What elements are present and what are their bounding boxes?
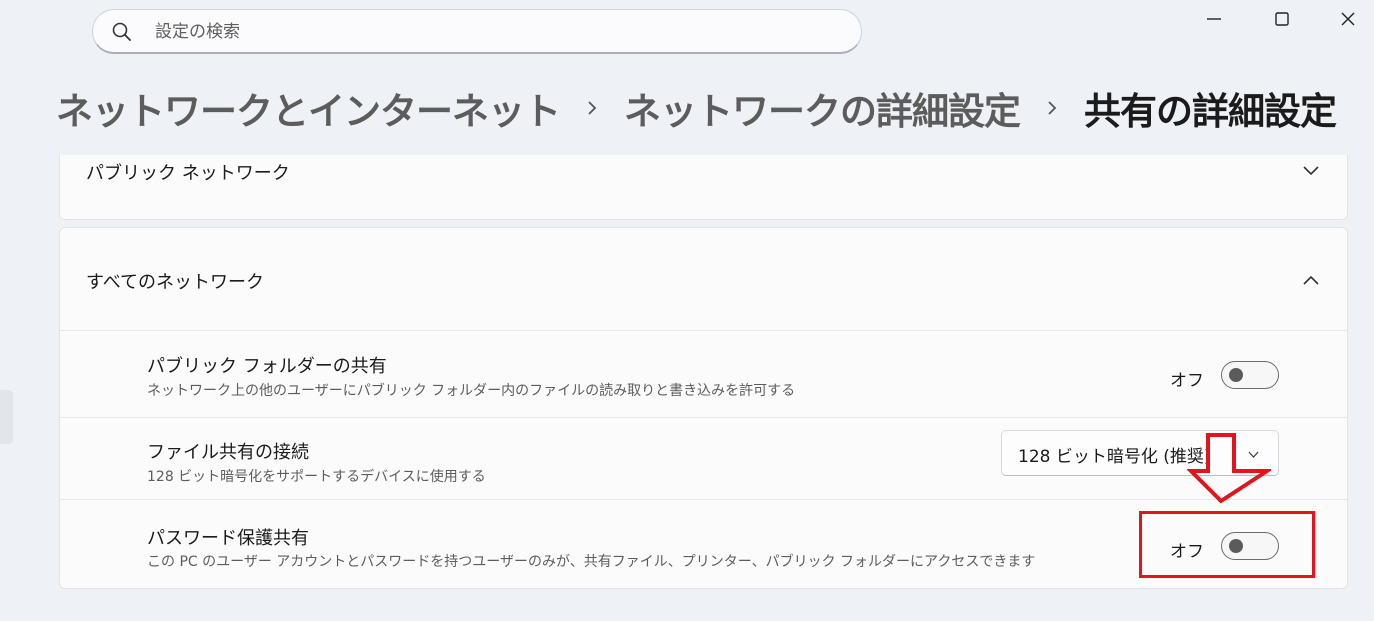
close-icon <box>1341 12 1355 26</box>
public-network-section[interactable]: パブリック ネットワーク <box>59 155 1348 220</box>
down-arrow-icon <box>1187 433 1271 504</box>
breadcrumb: ネットワークとインターネット ネットワークの詳細設定 共有の詳細設定 <box>56 81 1337 135</box>
setting-title: パスワード保護共有 <box>147 528 309 549</box>
toggle-state-label: オフ <box>1170 371 1204 391</box>
nav-scroll-tab <box>0 390 13 444</box>
maximize-button[interactable] <box>1250 0 1314 38</box>
search-input[interactable] <box>153 17 837 47</box>
section-title: すべてのネットワーク <box>86 272 265 293</box>
page-title: 共有の詳細設定 <box>1084 90 1337 133</box>
chevron-right-icon <box>1020 99 1084 117</box>
chevron-right-icon <box>560 99 624 117</box>
setting-description: この PC のユーザー アカウントとパスワードを持つユーザーのみが、共有ファイル… <box>147 554 1036 570</box>
setting-description: ネットワーク上の他のユーザーにパブリック フォルダー内のファイルの読み取りと書き… <box>147 383 796 399</box>
toggle-knob <box>1229 368 1243 382</box>
all-networks-header[interactable]: すべてのネットワーク <box>60 228 1347 330</box>
search-box[interactable] <box>92 9 862 54</box>
maximize-icon <box>1275 12 1289 26</box>
setting-title: パブリック フォルダーの共有 <box>147 356 387 377</box>
public-folder-sharing-toggle[interactable] <box>1221 361 1279 389</box>
chevron-down-icon[interactable] <box>1302 165 1320 177</box>
close-button[interactable] <box>1316 0 1374 38</box>
search-icon <box>111 21 133 43</box>
setting-description: 128 ビット暗号化をサポートするデバイスに使用する <box>147 469 486 485</box>
setting-row-public-folder-sharing: パブリック フォルダーの共有 ネットワーク上の他のユーザーにパブリック フォルダ… <box>60 330 1347 418</box>
chevron-up-icon[interactable] <box>1302 274 1320 286</box>
section-title: パブリック ネットワーク <box>86 163 290 184</box>
setting-title: ファイル共有の接続 <box>147 442 309 463</box>
dropdown-selected-value: 128 ビット暗号化 (推奨) <box>1018 447 1211 467</box>
minimize-button[interactable] <box>1182 0 1246 38</box>
minimize-icon <box>1207 18 1221 20</box>
breadcrumb-item-advanced-network[interactable]: ネットワークの詳細設定 <box>624 81 1021 135</box>
highlight-box <box>1139 511 1315 578</box>
breadcrumb-item-network-internet[interactable]: ネットワークとインターネット <box>56 81 561 135</box>
setting-row-file-sharing-connections: ファイル共有の接続 128 ビット暗号化をサポートするデバイスに使用する 128… <box>60 417 1347 500</box>
